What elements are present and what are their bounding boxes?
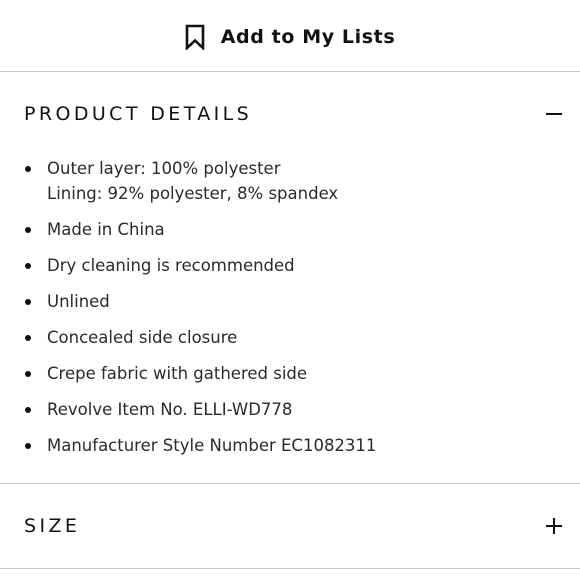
list-item-text: Dry cleaning is recommended [47, 256, 295, 275]
list-item: Made in China [0, 217, 580, 242]
product-details-list: Outer layer: 100% polyester Lining: 92% p… [0, 156, 580, 469]
list-item-text: Revolve Item No. ELLI-WD778 [47, 400, 293, 419]
list-item-text: Made in China [47, 220, 165, 239]
bullet-icon [25, 407, 31, 413]
plus-icon[interactable] [546, 518, 562, 534]
divider [0, 71, 580, 72]
list-item-text: Unlined [47, 292, 110, 311]
list-item: Crepe fabric with gathered side [0, 361, 580, 386]
list-item: Unlined [0, 289, 580, 314]
bullet-icon [25, 263, 31, 269]
list-item-text: Crepe fabric with gathered side [47, 364, 308, 383]
list-item-text: Manufacturer Style Number EC1082311 [47, 436, 377, 455]
list-item-text: Concealed side closure [47, 328, 238, 347]
list-item: Manufacturer Style Number EC1082311 [0, 433, 580, 458]
list-item: Concealed side closure [0, 325, 580, 350]
bullet-icon [25, 335, 31, 341]
bullet-icon [25, 371, 31, 377]
bullet-icon [25, 299, 31, 305]
top-bar: Add to My Lists [0, 0, 580, 71]
list-item-text: Lining: 92% polyester, 8% spandex [47, 184, 339, 203]
divider [0, 568, 580, 569]
list-item: Revolve Item No. ELLI-WD778 [0, 397, 580, 422]
list-item: Dry cleaning is recommended [0, 253, 580, 278]
list-item: Outer layer: 100% polyester Lining: 92% p… [0, 156, 580, 206]
minus-icon[interactable] [546, 106, 562, 122]
bullet-icon [25, 227, 31, 233]
divider [0, 483, 580, 484]
size-header[interactable]: SIZE [0, 498, 580, 554]
bullet-icon [25, 166, 31, 172]
product-details-header[interactable]: PRODUCT DETAILS [0, 86, 580, 142]
size-title: SIZE [24, 515, 81, 537]
product-details-title: PRODUCT DETAILS [24, 103, 253, 125]
add-to-my-lists-label: Add to My Lists [220, 25, 396, 48]
add-to-my-lists-button[interactable]: Add to My Lists [185, 24, 396, 51]
bullet-icon [25, 443, 31, 449]
list-item-text: Outer layer: 100% polyester [47, 159, 281, 178]
bookmark-icon [185, 24, 205, 51]
